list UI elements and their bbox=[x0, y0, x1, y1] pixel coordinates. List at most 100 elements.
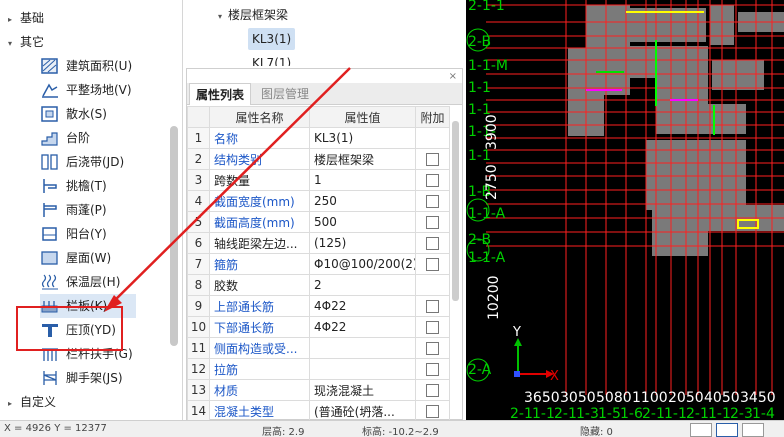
row-index: 5 bbox=[187, 211, 210, 233]
table-row[interactable]: 12 拉筋 bbox=[187, 358, 450, 380]
table-row[interactable]: 4 截面宽度(mm) 250 bbox=[187, 190, 450, 212]
attribute-name: 拉筋 bbox=[209, 358, 310, 380]
tree-scrollbar[interactable] bbox=[170, 126, 178, 346]
table-row[interactable]: 3 跨数量 1 bbox=[187, 169, 450, 191]
extra-checkbox[interactable] bbox=[426, 321, 439, 334]
tree-node-kl7[interactable]: KL7(1) bbox=[248, 52, 295, 66]
tree-group-foundation[interactable]: ▸ 基础 bbox=[8, 8, 44, 28]
extra-checkbox[interactable] bbox=[426, 216, 439, 229]
tree-node-floor-frame-beam[interactable]: ▾ 楼层框架梁 bbox=[218, 6, 288, 23]
chevron-right-icon[interactable]: ▸ bbox=[8, 10, 20, 30]
attribute-extra bbox=[415, 379, 450, 401]
table-row[interactable]: 14 混凝土类型 (普通砼(坍落... bbox=[187, 400, 450, 422]
extra-checkbox[interactable] bbox=[426, 258, 439, 271]
axis-label: 2-1-1 bbox=[468, 0, 505, 14]
attribute-value[interactable]: 2 bbox=[309, 274, 416, 296]
tree-node-label: 楼层框架梁 bbox=[228, 8, 289, 22]
attribute-name: 结构类别 bbox=[209, 148, 310, 170]
tree-item-steps[interactable]: 台阶 bbox=[40, 126, 90, 150]
attribute-value[interactable]: (普通砼(坍落... bbox=[309, 400, 416, 422]
attribute-name: 材质 bbox=[209, 379, 310, 401]
attribute-value[interactable]: 现浇混凝土 bbox=[309, 379, 416, 401]
chevron-down-icon[interactable]: ▾ bbox=[8, 34, 20, 54]
axis-label: 1-1 bbox=[468, 80, 491, 96]
tree-item-scaffold[interactable]: 脚手架(JS) bbox=[40, 366, 123, 390]
axis-label: 2-1 bbox=[510, 406, 533, 420]
tree-item-site-leveling[interactable]: 平整场地(V) bbox=[40, 78, 132, 102]
tab-layer-management[interactable]: 图层管理 bbox=[255, 83, 315, 105]
chevron-down-icon[interactable]: ▾ bbox=[218, 12, 222, 21]
table-row[interactable]: 1 名称 KL3(1) bbox=[187, 127, 450, 149]
attribute-value[interactable]: 500 bbox=[309, 211, 416, 233]
attribute-value[interactable]: 楼层框架梁 bbox=[309, 148, 416, 170]
attribute-extra bbox=[415, 400, 450, 422]
attribute-extra bbox=[415, 169, 450, 191]
tree-item-canopy[interactable]: 雨蓬(P) bbox=[40, 198, 107, 222]
table-row[interactable]: 11 侧面构造或受... bbox=[187, 337, 450, 359]
attribute-extra bbox=[415, 274, 450, 296]
status-button[interactable] bbox=[742, 423, 764, 437]
extra-checkbox[interactable] bbox=[426, 195, 439, 208]
extra-checkbox[interactable] bbox=[426, 153, 439, 166]
tree-group-other[interactable]: ▾ 其它 bbox=[8, 32, 44, 52]
attribute-value[interactable]: 4Φ22 bbox=[309, 295, 416, 317]
table-row[interactable]: 6 轴线距梁左边... (125) bbox=[187, 232, 450, 254]
tree-item-label: 后浇带(JD) bbox=[66, 155, 125, 169]
attribute-value[interactable]: Φ10@100/200(2) bbox=[309, 253, 416, 275]
table-row[interactable]: 13 材质 现浇混凝土 bbox=[187, 379, 450, 401]
tree-group-custom[interactable]: ▸ 自定义 bbox=[8, 392, 56, 412]
tree-group-label: 其它 bbox=[20, 35, 45, 49]
extra-checkbox[interactable] bbox=[426, 300, 439, 313]
extra-checkbox[interactable] bbox=[426, 342, 439, 355]
status-button[interactable] bbox=[716, 423, 738, 437]
table-row[interactable]: 7 箍筋 Φ10@100/200(2) bbox=[187, 253, 450, 275]
cad-viewport[interactable]: 2-1-1 2-B 1-1-M 1-1 1-1 1-1- 1-1 1-B 1-1-A 2-B 1-1… bbox=[466, 0, 784, 420]
attribute-name: 箍筋 bbox=[209, 253, 310, 275]
tree-item-apron[interactable]: 散水(S) bbox=[40, 102, 107, 126]
status-floor-height: 层高: 2.9 bbox=[262, 427, 305, 437]
tree-item-post-cast-strip[interactable]: 后浇带(JD) bbox=[40, 150, 124, 174]
dimension-labels-bottom: 3650 3050 5080 1100 2050 4050 3450 bbox=[524, 390, 776, 406]
table-row[interactable]: 10 下部通长筋 4Φ22 bbox=[187, 316, 450, 338]
drawing-canvas[interactable]: 2-1-12-B1-1-M1-11-11-1-1-11-B1-1-A2-B1-1… bbox=[466, 0, 784, 420]
tree-node-kl3[interactable]: KL3(1) bbox=[248, 28, 296, 50]
axis-label: 1-6 bbox=[620, 406, 643, 420]
attribute-value[interactable]: 4Φ22 bbox=[309, 316, 416, 338]
ucs-icon: Y X bbox=[512, 325, 559, 384]
tree-item-building-area[interactable]: 建筑面积(U) bbox=[40, 54, 132, 78]
extra-checkbox[interactable] bbox=[426, 405, 439, 418]
attribute-extra bbox=[415, 190, 450, 212]
attribute-value[interactable]: (125) bbox=[309, 232, 416, 254]
axis-label: 2-B bbox=[468, 34, 491, 50]
tree-item-insulation[interactable]: 保温层(H) bbox=[40, 270, 120, 294]
attribute-value[interactable]: KL3(1) bbox=[309, 127, 416, 149]
tree-item-label: 阳台(Y) bbox=[66, 227, 107, 241]
tree-item-label: 屋面(W) bbox=[66, 251, 112, 265]
attribute-value[interactable]: 1 bbox=[309, 169, 416, 191]
attribute-value[interactable] bbox=[309, 337, 416, 359]
post-cast-strip-icon bbox=[41, 154, 58, 170]
attribute-scrollbar[interactable] bbox=[452, 121, 459, 301]
attribute-name: 混凝土类型 bbox=[209, 400, 310, 422]
status-elevation: 标高: -10.2~2.9 bbox=[362, 427, 439, 437]
tree-item-balcony[interactable]: 阳台(Y) bbox=[40, 222, 107, 246]
attribute-value[interactable] bbox=[309, 358, 416, 380]
table-row[interactable]: 5 截面高度(mm) 500 bbox=[187, 211, 450, 233]
extra-checkbox[interactable] bbox=[426, 363, 439, 376]
extra-checkbox[interactable] bbox=[426, 237, 439, 250]
tab-attribute-list[interactable]: 属性列表 bbox=[189, 83, 252, 105]
table-row[interactable]: 9 上部通长筋 4Φ22 bbox=[187, 295, 450, 317]
attribute-value[interactable]: 250 bbox=[309, 190, 416, 212]
close-icon[interactable]: × bbox=[449, 71, 457, 82]
table-row[interactable]: 8 胶数 2 bbox=[187, 274, 450, 296]
tree-item-roof[interactable]: 屋面(W) bbox=[40, 246, 111, 270]
extra-checkbox[interactable] bbox=[426, 174, 439, 187]
scaffold-icon bbox=[43, 371, 57, 385]
extra-checkbox[interactable] bbox=[426, 384, 439, 397]
attribute-extra bbox=[415, 295, 450, 317]
chevron-right-icon[interactable]: ▸ bbox=[8, 394, 20, 414]
tree-item-cornice[interactable]: 挑檐(T) bbox=[40, 174, 107, 198]
attribute-name: 下部通长筋 bbox=[209, 316, 310, 338]
table-row[interactable]: 2 结构类别 楼层框架梁 bbox=[187, 148, 450, 170]
status-button[interactable] bbox=[690, 423, 712, 437]
